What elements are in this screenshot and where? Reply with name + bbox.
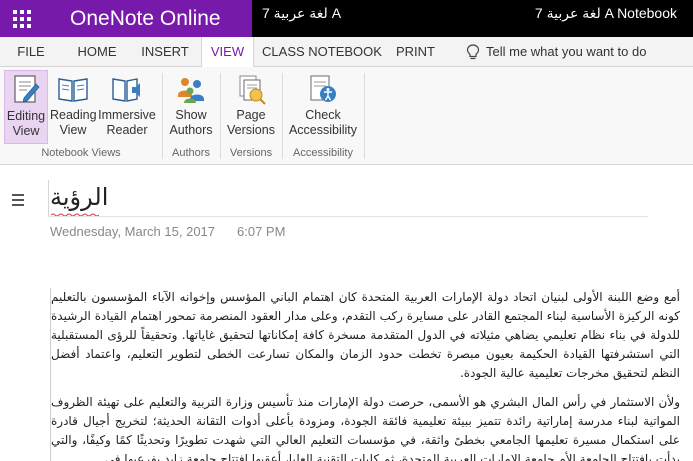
ribbon-separator (220, 73, 221, 159)
immersive-reader-label-2: Reader (106, 123, 148, 137)
ribbon-separator (282, 73, 283, 159)
title-divider (48, 216, 648, 217)
page-date: Wednesday, March 15, 2017 (50, 224, 216, 239)
check-accessibility-label-2: Accessibility (288, 123, 358, 137)
waffle-icon (13, 9, 31, 28)
tell-me-search[interactable]: Tell me what you want to do (486, 37, 646, 67)
hamburger-icon-bar (12, 204, 24, 206)
people-icon (178, 78, 204, 103)
page-versions-label-2: Versions (227, 123, 275, 137)
show-authors-label-2: Authors (169, 123, 213, 137)
book-icon (58, 78, 88, 102)
tab-view[interactable]: VIEW (201, 37, 254, 68)
page-versions-icon (239, 75, 266, 105)
group-label-authors: Authors (172, 147, 210, 159)
group-label-versions: Versions (229, 147, 273, 159)
title-cursor-line (48, 180, 49, 216)
group-label-notebook-views: Notebook Views (41, 147, 121, 159)
check-accessibility-label-1: Check (305, 108, 341, 122)
editing-view-icon (14, 75, 40, 103)
page-versions-label-1: Page (236, 108, 266, 122)
show-authors-label-1: Show (175, 108, 207, 122)
reading-view-label-2: View (59, 123, 87, 137)
notebook-title[interactable]: لغة عربية 7 A (262, 0, 341, 37)
page-datetime: Wednesday, March 15, 2017 6:07 PM (50, 224, 285, 239)
reading-view-label-1: Reading (50, 108, 97, 122)
app-launcher-button[interactable] (0, 0, 44, 37)
editing-view-label-2: View (12, 124, 40, 138)
app-name[interactable]: OneNote Online (44, 0, 252, 37)
editing-view-button[interactable]: Editing View (4, 70, 48, 144)
note-container[interactable]: أمع وضع اللبنة الأولى لبنيان اتحاد دولة … (50, 288, 682, 461)
tab-file[interactable]: FILE (0, 37, 62, 67)
reading-view-button[interactable]: Reading View (50, 70, 97, 144)
note-paragraph[interactable]: ولأن الاستثمار في رأس المال البشري هو ال… (51, 393, 682, 461)
immersive-reader-label-1: Immersive (98, 108, 156, 122)
page-versions-button[interactable]: Page Versions (224, 70, 278, 144)
ribbon-separator (162, 73, 163, 159)
accessibility-icon (310, 75, 336, 102)
notebook-breadcrumb[interactable]: لغة عربية 7 A Notebook (535, 0, 677, 37)
page-title[interactable]: الرؤية (50, 183, 108, 211)
immersive-reader-button[interactable]: Immersive Reader (97, 70, 157, 144)
title-bar: OneNote Online لغة عربية 7 A لغة عربية 7… (0, 0, 693, 37)
ribbon-separator (364, 73, 365, 159)
immersive-reader-icon (112, 78, 140, 102)
navigation-toggle-button[interactable] (0, 186, 36, 214)
check-accessibility-button[interactable]: Check Accessibility (286, 70, 360, 144)
hamburger-icon (12, 194, 24, 196)
tab-insert[interactable]: INSERT (132, 37, 198, 67)
group-label-accessibility: Accessibility (293, 147, 353, 159)
tab-print[interactable]: PRINT (387, 37, 444, 67)
editing-view-label-1: Editing (6, 109, 46, 123)
lightbulb-icon (466, 44, 480, 60)
tab-home[interactable]: HOME (62, 37, 132, 67)
page-time: 6:07 PM (237, 224, 286, 239)
ribbon: Editing View Reading View Immersive Read… (0, 67, 693, 165)
show-authors-button[interactable]: Show Authors (166, 70, 216, 144)
tab-class-notebook[interactable]: CLASS NOTEBOOK (257, 37, 387, 67)
note-paragraph[interactable]: أمع وضع اللبنة الأولى لبنيان اتحاد دولة … (51, 288, 682, 383)
hamburger-icon-bar (12, 199, 24, 201)
ribbon-tabs: FILE HOME INSERT VIEW CLASS NOTEBOOK PRI… (0, 37, 693, 68)
